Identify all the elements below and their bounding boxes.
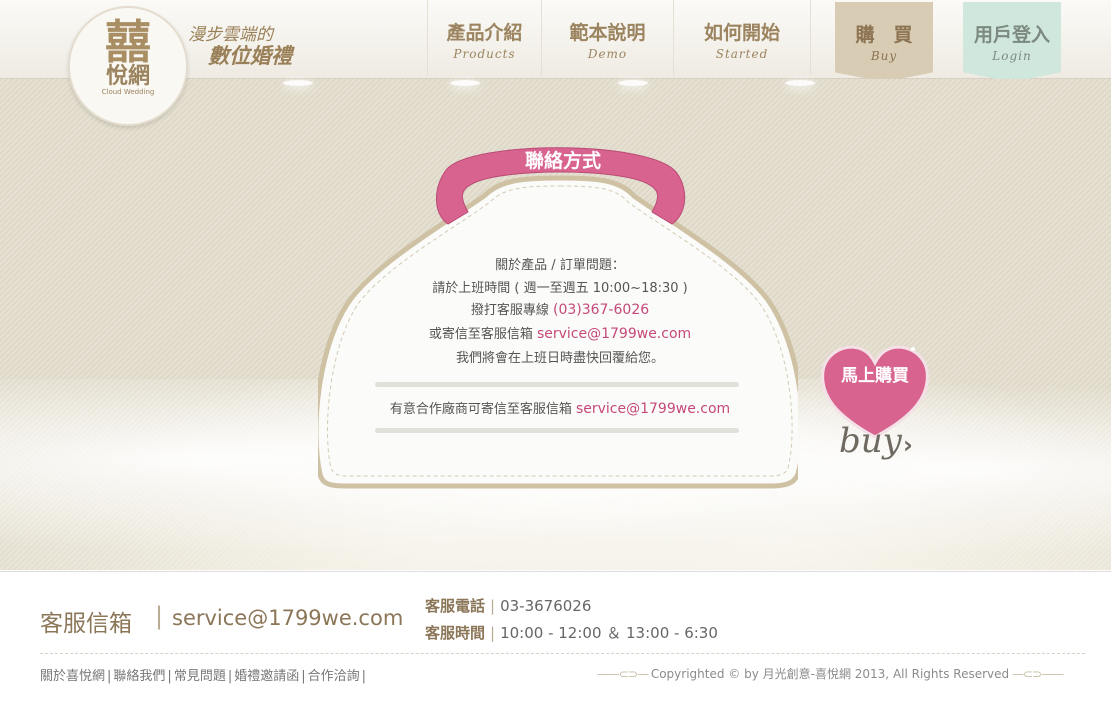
spotlight-icon (450, 80, 480, 86)
contact-line-2: 請於上班時間 ( 週一至週五 10:00~18:30 ) (432, 281, 688, 296)
footer-phone: 03-3676026 (500, 597, 592, 615)
footer-hours-row: 客服時間 | 10:00 - 12:00 ＆ 13:00 - 6:30 (425, 624, 718, 642)
spotlight-icon (618, 80, 648, 86)
slogan-line2: 數位婚禮 (208, 44, 292, 68)
contact-line-4: 或寄信至客服信箱 service@1799we.com (360, 323, 760, 342)
divider (375, 382, 739, 387)
footer-phone-label: 客服電話 (425, 597, 486, 615)
nav-started-label: 如何開始 (703, 22, 780, 44)
partner-email-link[interactable]: service@1799we.com (576, 401, 730, 417)
buy-button[interactable]: 購 買 Buy (835, 2, 933, 82)
site-footer: 客服信箱 | service@1799we.com 客服電話 | 03-367602… (0, 571, 1111, 715)
footer-phone-row: 客服電話 | 03-3676026 (425, 597, 592, 615)
ornament-icon: —⊂⊃—— (1009, 667, 1064, 681)
partner-prefix: 有意合作廠商可寄信至客服信箱 (389, 402, 576, 417)
nav-products-sublabel: Products (453, 47, 516, 61)
footer-separator: | (155, 602, 164, 630)
buy-script-text: buy (839, 421, 902, 461)
contact-line-3: 撥打客服專線 (03)367-6026 (360, 299, 760, 318)
logo-english: Cloud Wedding (101, 88, 155, 96)
spotlight-icon (283, 80, 313, 86)
footer-email[interactable]: service@1799we.com (172, 606, 403, 630)
buy-now-label: 馬上購買 (841, 366, 909, 386)
spotlight-icon (785, 80, 815, 86)
footer-link-cooperation[interactable]: 合作洽詢 (308, 669, 360, 684)
nav-products[interactable]: 產品介紹 Products (427, 0, 541, 76)
login-label: 用戶登入 (973, 24, 1050, 46)
footer-divider (40, 653, 1085, 654)
logo-name: 悅網 (105, 64, 150, 89)
buy-sublabel: Buy (870, 49, 898, 63)
footer-link-faq[interactable]: 常見問題 (174, 669, 226, 684)
site-logo[interactable]: 囍 悅網 Cloud Wedding (68, 6, 188, 126)
ornament-icon: ——⊂⊃— (596, 667, 651, 681)
buy-label: 購 買 (855, 24, 913, 46)
footer-hours-label: 客服時間 (425, 624, 486, 642)
partner-line: 有意合作廠商可寄信至客服信箱 service@1799we.com (360, 398, 760, 417)
footer-hours: 10:00 - 12:00 ＆ 13:00 - 6:30 (500, 624, 718, 642)
login-sublabel: Login (992, 49, 1032, 63)
nav-demo[interactable]: 範本說明 Demo (541, 0, 673, 76)
contact-line-1: 關於產品 / 訂單問題： (495, 258, 625, 273)
footer-copyright: ——⊂⊃— Copyrighted © by 月光創意-喜悅網 2013, Al… (580, 665, 1080, 682)
footer-link-contact[interactable]: 聯絡我們 (113, 669, 165, 684)
buy-now-button[interactable]: 馬上購買 buy › (815, 335, 935, 480)
copyright-text: Copyrighted © by 月光創意-喜悅網 2013, All Righ… (650, 667, 1010, 681)
arrow-right-icon: › (903, 431, 913, 459)
nav-started-sublabel: Started (715, 47, 769, 61)
footer-links: 關於喜悅網 | 聯絡我們 | 常見問題 | 婚禮邀請函 | 合作洽詢 | (40, 669, 367, 684)
footer-link-about[interactable]: 關於喜悅網 (40, 669, 105, 684)
footer-email-label: 客服信箱 (40, 611, 132, 637)
nav-started[interactable]: 如何開始 Started (673, 0, 811, 76)
contact-line-5: 我們將會在上班日時盡快回覆給您。 (455, 351, 664, 366)
nav-products-label: 產品介紹 (446, 22, 523, 44)
logo-mark: 囍 (105, 15, 151, 69)
contact-email-link[interactable]: service@1799we.com (537, 326, 691, 342)
login-button[interactable]: 用戶登入 Login (963, 2, 1061, 82)
nav-demo-sublabel: Demo (587, 47, 628, 61)
contact-line-3-prefix: 撥打客服專線 (470, 303, 553, 318)
contact-phone: (03)367-6026 (553, 302, 650, 318)
divider (375, 428, 739, 433)
contact-line-4-prefix: 或寄信至客服信箱 (428, 327, 537, 342)
nav-demo-label: 範本說明 (569, 22, 646, 44)
footer-link-invitation[interactable]: 婚禮邀請函 (234, 669, 299, 684)
contact-title: 聯絡方式 (524, 150, 601, 172)
